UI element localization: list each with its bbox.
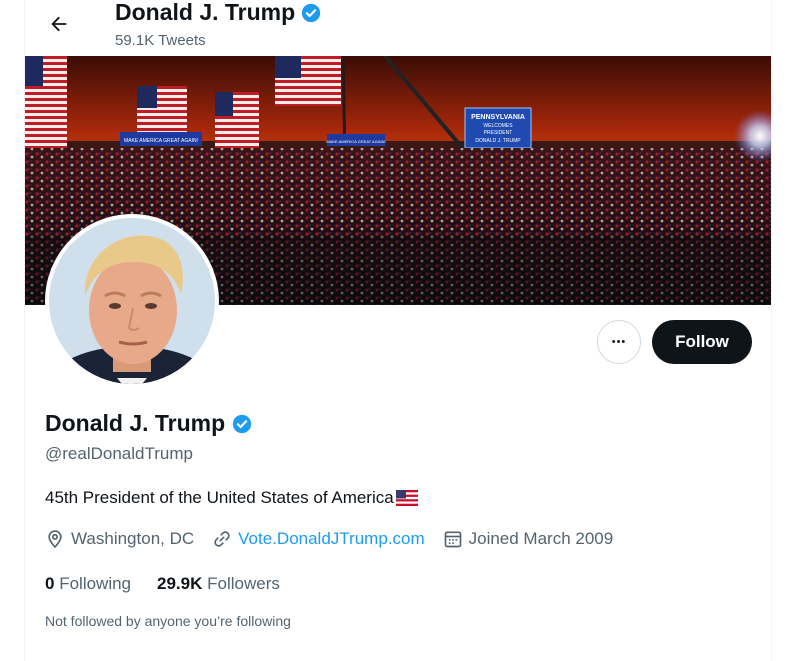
following-label: Following [59, 574, 132, 593]
followers-label: Followers [207, 574, 280, 593]
profile-name-row: Donald J. Trump [45, 410, 253, 437]
followers-count: 29.9K [157, 574, 203, 593]
header-name: Donald J. Trump [115, 0, 296, 25]
website-link[interactable]: Vote.DonaldJTrump.com [238, 529, 424, 549]
verified-badge-icon [302, 3, 321, 22]
banner-sign-welcomes: WELCOMES [483, 123, 513, 129]
banner-sign-state: PENNSYLVANIA [471, 114, 525, 121]
us-flag-icon [395, 490, 418, 506]
tweet-count: 59.1K Tweets [115, 32, 206, 49]
profile-meta: Washington, DC Vote.DonaldJTrump.com Joi… [45, 529, 631, 549]
back-arrow-icon [51, 16, 67, 32]
following-link[interactable]: 0 Following [45, 574, 131, 594]
verified-badge-icon [233, 414, 252, 433]
follow-stats: 0 Following 29.9K Followers [45, 574, 280, 594]
banner-sign-left: MAKE AMERICA GREAT AGAIN! [124, 138, 198, 144]
bio-text: 45th President of the United States of A… [45, 488, 394, 507]
location-text: Washington, DC [71, 529, 195, 548]
profile-avatar[interactable] [45, 214, 219, 388]
profile-handle: @realDonaldTrump [45, 444, 193, 463]
website: Vote.DonaldJTrump.com [212, 529, 425, 549]
more-options-icon: ••• [611, 336, 627, 348]
location: Washington, DC [45, 529, 194, 549]
banner-sign-mid: MAKE AMERICA GREAT AGAIN! [326, 139, 385, 144]
more-options-button[interactable]: ••• [597, 320, 641, 364]
profile-bio: 45th President of the United States of A… [45, 488, 418, 508]
joined-date: Joined March 2009 [443, 529, 614, 549]
header-title: Donald J. Trump [115, 0, 322, 26]
followed-by-note: Not followed by anyone you’re following [45, 613, 291, 629]
profile-header-bar: Donald J. Trump 59.1K Tweets [25, 0, 771, 56]
followers-link[interactable]: 29.9K Followers [157, 574, 280, 594]
profile-column: Donald J. Trump 59.1K Tweets MAKE AMERIC… [24, 0, 772, 661]
banner-sign-name: DONALD J. TRUMP [475, 138, 521, 144]
location-pin-icon [48, 530, 62, 549]
following-count: 0 [45, 574, 55, 593]
profile-name: Donald J. Trump [45, 410, 226, 436]
follow-button[interactable]: Follow [652, 320, 752, 364]
avatar-image [49, 218, 215, 384]
back-button[interactable] [43, 8, 75, 40]
joined-text: Joined March 2009 [468, 529, 614, 548]
calendar-icon [444, 531, 461, 548]
link-icon [214, 531, 230, 547]
banner-sign-president: PRESIDENT [484, 130, 513, 136]
